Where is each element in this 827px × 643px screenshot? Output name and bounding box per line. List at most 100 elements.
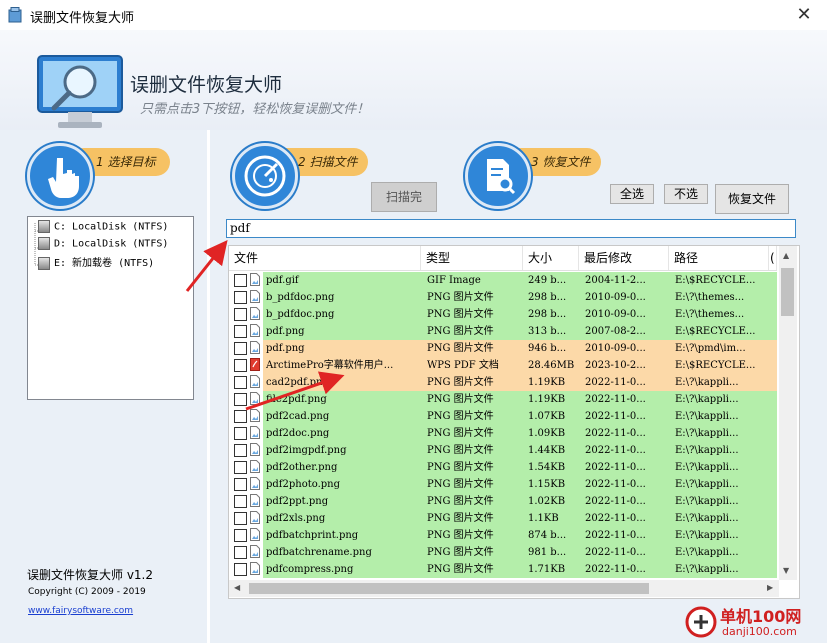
- row-checkbox[interactable]: [234, 427, 247, 440]
- cell-type: WPS PDF 文档: [427, 360, 499, 371]
- app-slogan: 只需点击3下按钮，轻松恢复误删文件！: [140, 102, 370, 117]
- table-row[interactable]: pdf.png PNG 图片文件 946 b... 2010-09-0... E:\?\…: [229, 340, 777, 357]
- scroll-down-icon[interactable]: ▼: [783, 566, 789, 575]
- column-header-size[interactable]: 大小: [523, 246, 579, 270]
- row-checkbox[interactable]: [234, 274, 247, 287]
- horizontal-scrollbar[interactable]: ◀ ▶: [229, 580, 779, 597]
- scroll-left-icon[interactable]: ◀: [234, 583, 240, 592]
- cell-name: b_pdfdoc.png: [266, 309, 335, 320]
- row-checkbox[interactable]: [234, 393, 247, 406]
- cell-type: PNG 图片文件: [427, 394, 494, 405]
- table-row[interactable]: pdf2cad.png PNG 图片文件 1.07KB 2022-11-0... E:\…: [229, 408, 777, 425]
- cell-modified: 2022-11-0...: [585, 377, 646, 388]
- cell-size: 1.19KB: [528, 394, 566, 405]
- close-button[interactable]: ✕: [781, 0, 827, 30]
- cell-type: PNG 图片文件: [427, 377, 494, 388]
- document-search-icon: [487, 159, 516, 195]
- scroll-up-icon[interactable]: ▲: [783, 251, 789, 260]
- table-row[interactable]: pdf2xls.png PNG 图片文件 1.1KB 2022-11-0... E:\?…: [229, 510, 777, 527]
- row-checkbox[interactable]: [234, 478, 247, 491]
- table-row[interactable]: pdf.png PNG 图片文件 313 b... 2007-08-2... E:\$R…: [229, 323, 777, 340]
- cell-name: pdf.gif: [266, 275, 299, 286]
- row-checkbox[interactable]: [234, 444, 247, 457]
- cell-type: PNG 图片文件: [427, 564, 494, 575]
- table-row[interactable]: ArctimePro字幕软件用户... WPS PDF 文档 28.46MB 2023…: [229, 357, 777, 374]
- cell-size: 28.46MB: [528, 360, 575, 371]
- cell-name: pdf.png: [266, 326, 305, 337]
- cell-modified: 2022-11-0...: [585, 462, 646, 473]
- scan-done-button[interactable]: 扫描完: [371, 182, 437, 212]
- row-checkbox[interactable]: [234, 342, 247, 355]
- row-checkbox[interactable]: [234, 410, 247, 423]
- cell-size: 1.54KB: [528, 462, 566, 473]
- cell-name: pdf2other.png: [266, 462, 338, 473]
- row-checkbox[interactable]: [234, 495, 247, 508]
- cell-path: E:\?\kappli...: [675, 479, 739, 490]
- table-row[interactable]: pdfbatchrename.png PNG 图片文件 981 b... 2022-1…: [229, 544, 777, 561]
- image-file-icon: [250, 409, 260, 422]
- image-file-icon: [250, 494, 260, 507]
- table-row[interactable]: b_pdfdoc.png PNG 图片文件 298 b... 2010-09-0...…: [229, 306, 777, 323]
- vertical-scrollbar[interactable]: ▲ ▼: [779, 246, 797, 580]
- select-all-button[interactable]: 全选: [610, 184, 654, 204]
- row-checkbox[interactable]: [234, 308, 247, 321]
- cell-type: PNG 图片文件: [427, 530, 494, 541]
- row-checkbox[interactable]: [234, 376, 247, 389]
- table-row[interactable]: pdf2photo.png PNG 图片文件 1.15KB 2022-11-0... E…: [229, 476, 777, 493]
- cell-modified: 2022-11-0...: [585, 496, 646, 507]
- title-bar: 误删文件恢复大师 ✕: [0, 0, 827, 30]
- disk-drive-icon: [38, 237, 50, 250]
- image-file-icon: [250, 562, 260, 575]
- recover-files-button[interactable]: 恢复文件: [715, 184, 789, 214]
- disk-drive-icon: [38, 220, 50, 233]
- cell-path: E:\?\kappli...: [675, 377, 739, 388]
- row-checkbox[interactable]: [234, 359, 247, 372]
- table-row[interactable]: pdf2ppt.png PNG 图片文件 1.02KB 2022-11-0... E:\…: [229, 493, 777, 510]
- table-row[interactable]: pdf.gif GIF Image 249 b... 2004-11-2... E:\$…: [229, 272, 777, 289]
- cell-size: 1.09KB: [528, 428, 566, 439]
- column-header-path[interactable]: 路径: [669, 246, 769, 270]
- cell-path: E:\?\pmd\im...: [675, 343, 746, 354]
- cell-modified: 2022-11-0...: [585, 394, 646, 405]
- row-checkbox[interactable]: [234, 546, 247, 559]
- cell-size: 1.19KB: [528, 377, 566, 388]
- scroll-thumb[interactable]: [781, 268, 794, 316]
- hscroll-thumb[interactable]: [249, 583, 649, 594]
- cell-name: b_pdfdoc.png: [266, 292, 335, 303]
- table-row[interactable]: pdf2imgpdf.png PNG 图片文件 1.44KB 2022-11-0...…: [229, 442, 777, 459]
- image-file-icon: [250, 477, 260, 490]
- table-row[interactable]: pdfcompress.png PNG 图片文件 1.71KB 2022-11-0..…: [229, 561, 777, 578]
- table-row[interactable]: pdf2doc.png PNG 图片文件 1.09KB 2022-11-0... E:\…: [229, 425, 777, 442]
- cell-size: 981 b...: [528, 547, 567, 558]
- row-checkbox[interactable]: [234, 529, 247, 542]
- column-header-name[interactable]: 文件: [229, 246, 421, 270]
- drive-item-c[interactable]: C: LocalDisk (NTFS): [38, 220, 168, 236]
- cell-name: pdf2imgpdf.png: [266, 445, 347, 456]
- drive-label: C: LocalDisk (NTFS): [54, 221, 169, 233]
- table-row[interactable]: b_pdfdoc.png PNG 图片文件 298 b... 2010-09-0...…: [229, 289, 777, 306]
- row-checkbox[interactable]: [234, 291, 247, 304]
- table-row[interactable]: pdf2other.png PNG 图片文件 1.54KB 2022-11-0... E…: [229, 459, 777, 476]
- cell-size: 298 b...: [528, 309, 567, 320]
- header-banner: 误删文件恢复大师 只需点击3下按钮，轻松恢复误删文件！: [0, 30, 827, 130]
- cell-type: PNG 图片文件: [427, 292, 494, 303]
- row-checkbox[interactable]: [234, 563, 247, 576]
- table-row[interactable]: file2pdf.png PNG 图片文件 1.19KB 2022-11-0... E:…: [229, 391, 777, 408]
- row-checkbox[interactable]: [234, 325, 247, 338]
- drive-item-e[interactable]: E: 新加载卷 (NTFS): [38, 254, 154, 270]
- column-header-extra[interactable]: (: [769, 246, 777, 270]
- cell-modified: 2022-11-0...: [585, 428, 646, 439]
- table-row[interactable]: pdfbatchprint.png PNG 图片文件 874 b... 2022-11…: [229, 527, 777, 544]
- table-row[interactable]: cad2pdf.png PNG 图片文件 1.19KB 2022-11-0... E:\…: [229, 374, 777, 391]
- deselect-all-button[interactable]: 不选: [664, 184, 708, 204]
- drive-item-d[interactable]: D: LocalDisk (NTFS): [38, 237, 168, 253]
- scroll-right-icon[interactable]: ▶: [767, 583, 773, 592]
- cell-name: pdf2photo.png: [266, 479, 341, 490]
- row-checkbox[interactable]: [234, 512, 247, 525]
- filter-input[interactable]: [226, 219, 796, 238]
- row-checkbox[interactable]: [234, 461, 247, 474]
- cell-path: E:\?\themes...: [675, 309, 745, 320]
- column-header-modified[interactable]: 最后修改: [579, 246, 669, 270]
- footer-website-link[interactable]: www.fairysoftware.com: [28, 606, 133, 616]
- column-header-type[interactable]: 类型: [421, 246, 523, 270]
